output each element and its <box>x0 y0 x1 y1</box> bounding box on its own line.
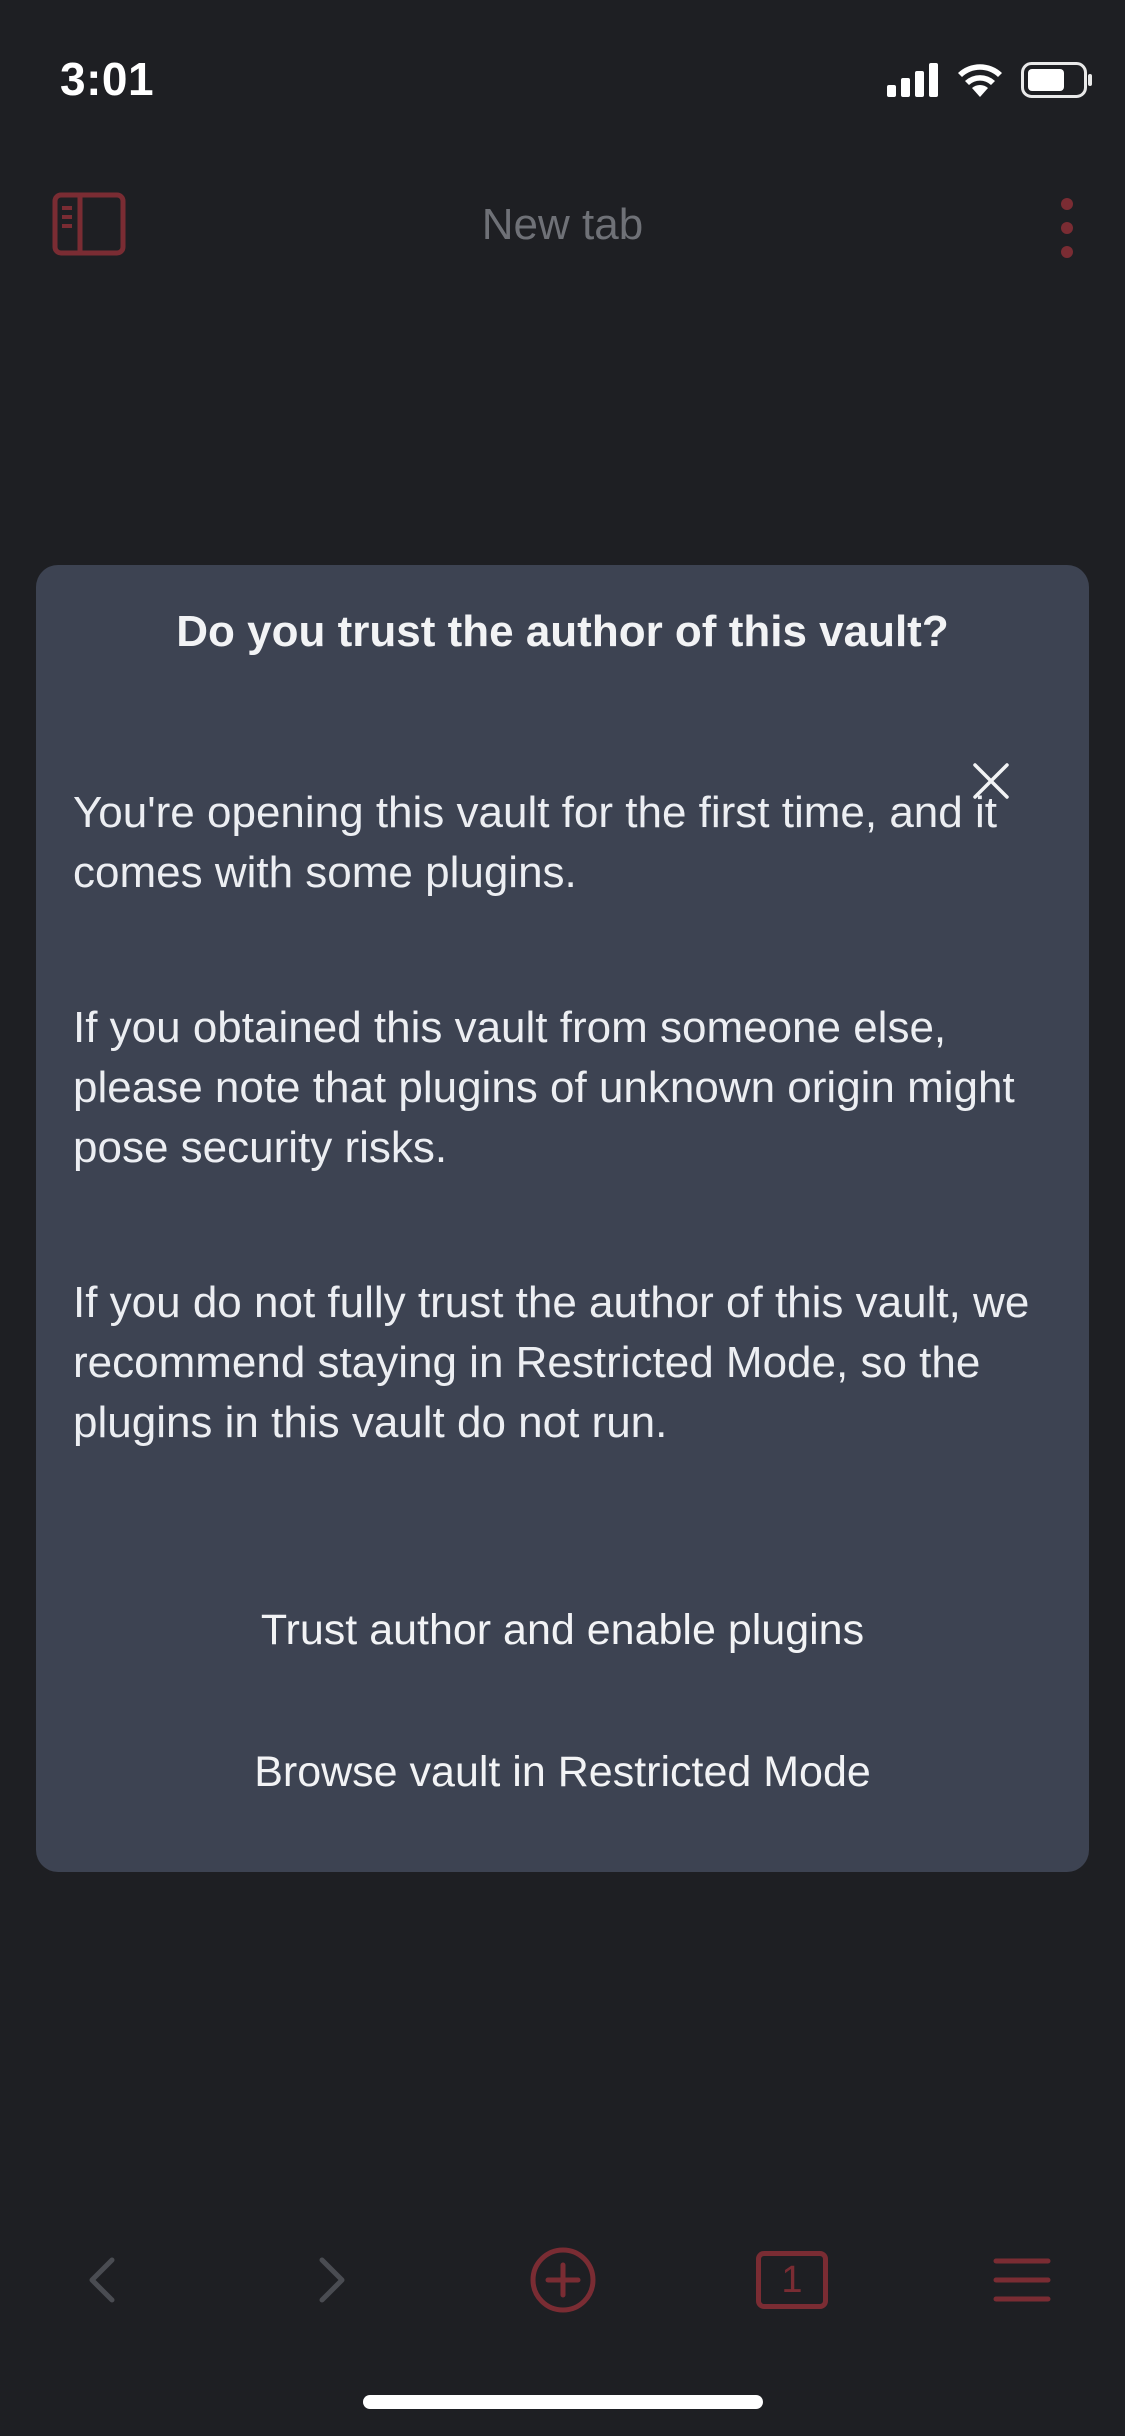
menu-button[interactable] <box>982 2240 1062 2320</box>
tab-count-icon: 1 <box>756 2251 828 2309</box>
tab-switcher-button[interactable]: 1 <box>752 2240 832 2320</box>
dialog-paragraph-2: If you obtained this vault from someone … <box>73 1003 1015 1172</box>
home-indicator[interactable] <box>363 2395 763 2409</box>
battery-icon <box>1021 62 1092 98</box>
trust-dialog: Do you trust the author of this vault? Y… <box>36 565 1089 1872</box>
dialog-paragraph-1: You're opening this vault for the first … <box>73 788 997 897</box>
dialog-body: You're opening this vault for the first … <box>73 783 1073 1548</box>
dialog-title: Do you trust the author of this vault? <box>176 607 949 656</box>
more-options-button[interactable] <box>1047 196 1087 260</box>
back-button[interactable] <box>62 2240 142 2320</box>
dialog-paragraph-3: If you do not fully trust the author of … <box>73 1278 1030 1447</box>
app-header: New tab <box>0 180 1125 270</box>
restricted-mode-button[interactable]: Browse vault in Restricted Mode <box>36 1747 1089 1798</box>
trust-author-button[interactable]: Trust author and enable plugins <box>36 1605 1089 1656</box>
more-vertical-icon <box>1061 198 1073 258</box>
status-bar: 3:01 <box>0 0 1125 150</box>
signal-icon <box>887 63 938 97</box>
bottom-toolbar: 1 <box>0 2240 1125 2330</box>
screen: 3:01 New tab Do you trust the author of … <box>0 0 1125 2436</box>
back-icon <box>89 2257 115 2303</box>
status-time: 3:01 <box>60 53 155 105</box>
forward-icon <box>319 2257 345 2303</box>
page-title: New tab <box>481 200 644 249</box>
wifi-icon <box>958 64 1002 97</box>
new-tab-icon <box>530 2247 596 2313</box>
menu-icon <box>993 2258 1051 2302</box>
new-tab-button[interactable] <box>523 2240 603 2320</box>
forward-button[interactable] <box>292 2240 372 2320</box>
tab-count: 1 <box>781 2258 803 2301</box>
status-icons <box>887 62 1093 98</box>
